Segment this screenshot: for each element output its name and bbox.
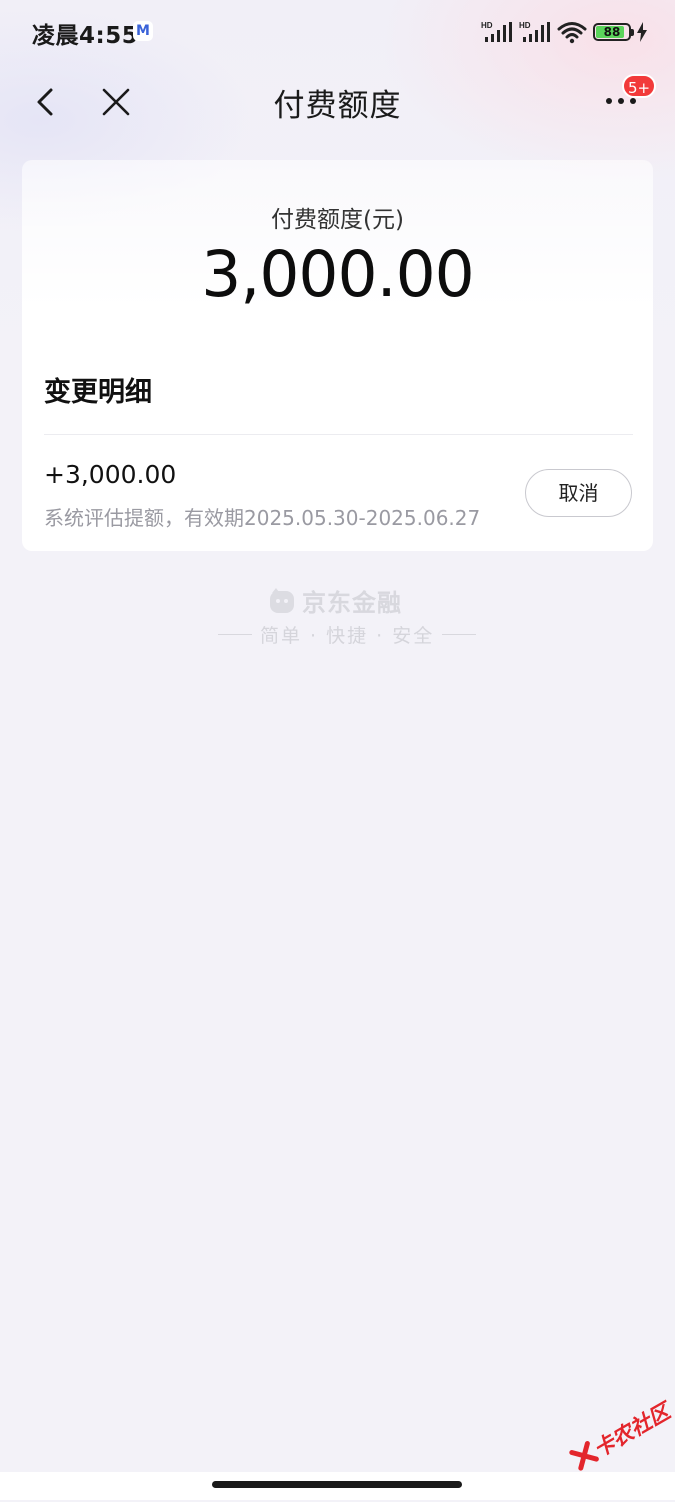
wifi-icon [557, 22, 587, 44]
mail-app-notification-icon: M [133, 21, 153, 41]
right-arrow-line [442, 634, 477, 635]
status-indicators: HD HD 88 [481, 18, 647, 46]
quota-card: 付费额度(元) 3,000.00 变更明细 +3,000.00 系统评估提额，有… [22, 160, 653, 551]
navigation-bar: 付费额度 [0, 64, 675, 138]
battery-level: 88 [603, 25, 621, 39]
record-amount: +3,000.00 [44, 460, 177, 489]
svg-text:HD: HD [519, 21, 531, 30]
divider [44, 434, 633, 435]
notification-badge: 5+ [622, 74, 657, 98]
home-indicator[interactable] [212, 1481, 462, 1488]
status-time: 凌晨4:55 [32, 23, 139, 49]
charging-bolt-icon [637, 22, 647, 42]
svg-text:HD: HD [481, 21, 493, 30]
notification-app-letter: M [136, 23, 150, 39]
brand-logo: 京东金融 [268, 583, 402, 618]
signal-hd-1-icon: HD [481, 21, 512, 42]
brand-footer: 京东金融 简单 · 快捷 · 安全 [0, 583, 675, 653]
change-details-title: 变更明细 [44, 377, 152, 408]
battery-icon: 88 [593, 23, 634, 41]
brand-slogan-row: 简单 · 快捷 · 安全 [218, 621, 477, 648]
status-bar: 凌晨4:55 M HD HD 88 [0, 0, 675, 64]
quota-label: 付费额度(元) [271, 207, 404, 233]
quota-amount: 3,000.00 [201, 238, 475, 311]
brand-name: 京东金融 [302, 589, 402, 617]
signal-hd-2-icon: HD [519, 21, 550, 42]
battery-cap [631, 29, 634, 36]
jd-finance-mascot-icon [270, 587, 294, 613]
watermark-text: 卡农社区 [589, 1399, 675, 1462]
cancel-button[interactable]: 取消 [525, 469, 632, 517]
brand-slogan: 简单 · 快捷 · 安全 [260, 625, 435, 647]
record-description: 系统评估提额，有效期2025.05.30-2025.06.27 [44, 506, 481, 530]
left-arrow-line [218, 634, 252, 635]
page-title: 付费额度 [273, 88, 402, 124]
